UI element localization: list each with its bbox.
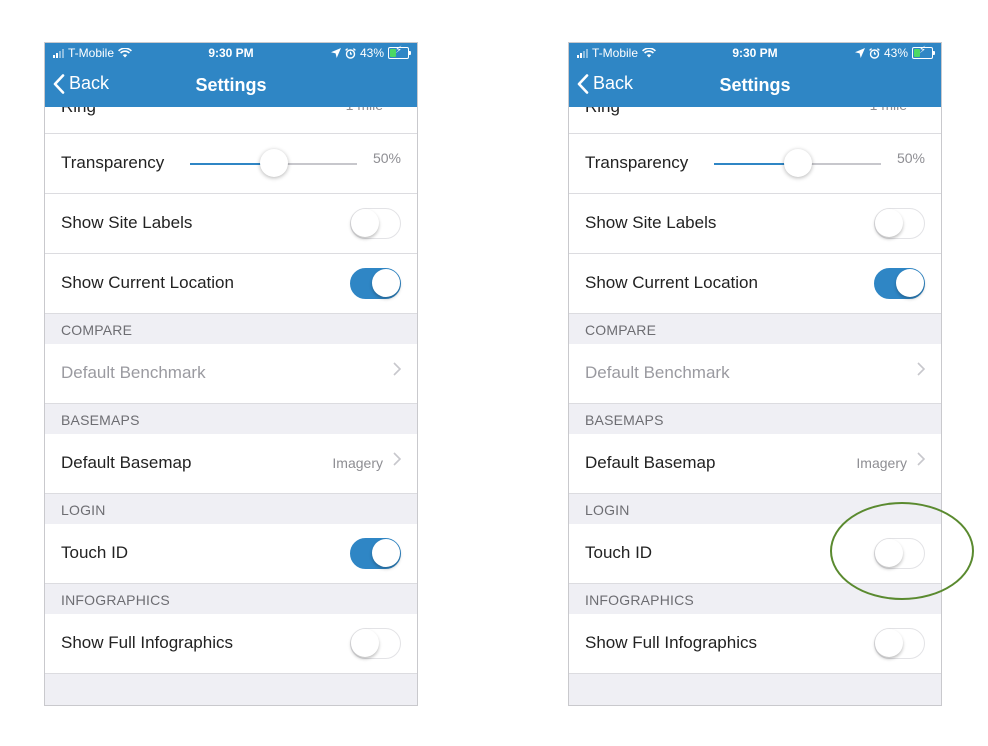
infographics-section-header: INFOGRAPHICS — [569, 584, 941, 614]
status-bar: T-Mobile 9:30 PM 43% ⚡ — [569, 43, 941, 63]
nav-bar: T-Mobile 9:30 PM 43% ⚡ Back Settings — [569, 43, 941, 107]
show-current-location-label: Show Current Location — [585, 273, 758, 292]
touch-id-toggle[interactable] — [874, 538, 925, 569]
show-site-labels-row: Show Site Labels — [569, 194, 941, 254]
basemaps-section-header: BASEMAPS — [569, 404, 941, 434]
transparency-slider[interactable] — [190, 149, 357, 177]
basemaps-section-header: BASEMAPS — [45, 404, 417, 434]
phone-screen-before: T-Mobile 9:30 PM 43% ⚡ Back Settings Rin… — [44, 42, 418, 706]
show-full-infographics-row: Show Full Infographics — [45, 614, 417, 674]
show-site-labels-toggle[interactable] — [874, 208, 925, 239]
touch-id-row: Touch ID — [569, 524, 941, 584]
show-full-infographics-toggle[interactable] — [874, 628, 925, 659]
login-section-header: LOGIN — [569, 494, 941, 524]
default-benchmark-label: Default Benchmark — [585, 363, 730, 382]
show-current-location-toggle[interactable] — [350, 268, 401, 299]
back-label: Back — [593, 73, 634, 93]
default-basemap-row[interactable]: Default Basemap Imagery — [45, 434, 417, 494]
transparency-value: 50% — [896, 150, 925, 166]
ring-row[interactable]: Ring 1 mile — [569, 107, 941, 134]
location-arrow-icon — [330, 48, 341, 58]
show-full-infographics-toggle[interactable] — [350, 628, 401, 659]
compare-section-header: COMPARE — [569, 314, 941, 344]
show-current-location-row: Show Current Location — [45, 254, 417, 314]
back-button[interactable]: Back — [577, 73, 633, 94]
default-basemap-row[interactable]: Default Basemap Imagery — [569, 434, 941, 494]
slider-thumb[interactable] — [783, 149, 812, 177]
ring-value: 1 mile — [346, 107, 383, 113]
chevron-left-icon — [53, 73, 65, 94]
nav-bar: T-Mobile 9:30 PM 43% ⚡ Back Settings — [45, 43, 417, 107]
transparency-value: 50% — [372, 150, 401, 166]
touch-id-toggle[interactable] — [350, 538, 401, 569]
alarm-icon — [869, 47, 880, 59]
default-benchmark-row[interactable]: Default Benchmark — [45, 344, 417, 404]
default-benchmark-label: Default Benchmark — [61, 363, 206, 382]
show-full-infographics-label: Show Full Infographics — [61, 633, 233, 652]
infographics-section-header: INFOGRAPHICS — [45, 584, 417, 614]
default-basemap-value: Imagery — [332, 455, 383, 471]
transparency-row: Transparency 50% — [569, 134, 941, 194]
show-site-labels-label: Show Site Labels — [61, 213, 193, 232]
ring-row[interactable]: Ring 1 mile — [45, 107, 417, 134]
show-current-location-toggle[interactable] — [874, 268, 925, 299]
ring-label: Ring — [585, 107, 620, 117]
default-basemap-label: Default Basemap — [585, 453, 716, 472]
show-full-infographics-row: Show Full Infographics — [569, 614, 941, 674]
default-basemap-value: Imagery — [856, 455, 907, 471]
compare-section-header: COMPARE — [45, 314, 417, 344]
chevron-right-icon — [393, 452, 401, 466]
transparency-slider[interactable] — [714, 149, 881, 177]
battery-percent: 43% — [359, 46, 384, 60]
chevron-right-icon — [917, 452, 925, 466]
back-label: Back — [69, 73, 110, 93]
status-bar: T-Mobile 9:30 PM 43% ⚡ — [45, 43, 417, 63]
settings-list: Ring 1 mile Transparency 50% Show Site L… — [45, 107, 417, 674]
touch-id-label: Touch ID — [61, 543, 129, 562]
back-button[interactable]: Back — [53, 73, 109, 94]
location-arrow-icon — [854, 48, 865, 58]
show-current-location-row: Show Current Location — [569, 254, 941, 314]
transparency-row: Transparency 50% — [45, 134, 417, 194]
login-section-header: LOGIN — [45, 494, 417, 524]
settings-list: Ring 1 mile Transparency 50% Show Site L… — [569, 107, 941, 674]
chevron-right-icon — [393, 362, 401, 376]
battery-icon: ⚡ — [912, 45, 935, 59]
ring-value: 1 mile — [870, 107, 907, 113]
battery-percent: 43% — [883, 46, 908, 60]
slider-thumb[interactable] — [259, 149, 288, 177]
show-site-labels-toggle[interactable] — [350, 208, 401, 239]
show-site-labels-label: Show Site Labels — [585, 213, 717, 232]
show-full-infographics-label: Show Full Infographics — [585, 633, 757, 652]
chevron-left-icon — [577, 73, 589, 94]
ring-label: Ring — [61, 107, 96, 117]
chevron-right-icon — [917, 362, 925, 376]
show-current-location-label: Show Current Location — [61, 273, 234, 292]
transparency-label: Transparency — [61, 153, 165, 172]
touch-id-row: Touch ID — [45, 524, 417, 584]
battery-icon: ⚡ — [388, 45, 411, 59]
alarm-icon — [345, 47, 356, 59]
default-basemap-label: Default Basemap — [61, 453, 192, 472]
phone-screen-after: T-Mobile 9:30 PM 43% ⚡ Back Settings Rin… — [568, 42, 942, 706]
transparency-label: Transparency — [585, 153, 689, 172]
default-benchmark-row[interactable]: Default Benchmark — [569, 344, 941, 404]
show-site-labels-row: Show Site Labels — [45, 194, 417, 254]
touch-id-label: Touch ID — [585, 543, 653, 562]
